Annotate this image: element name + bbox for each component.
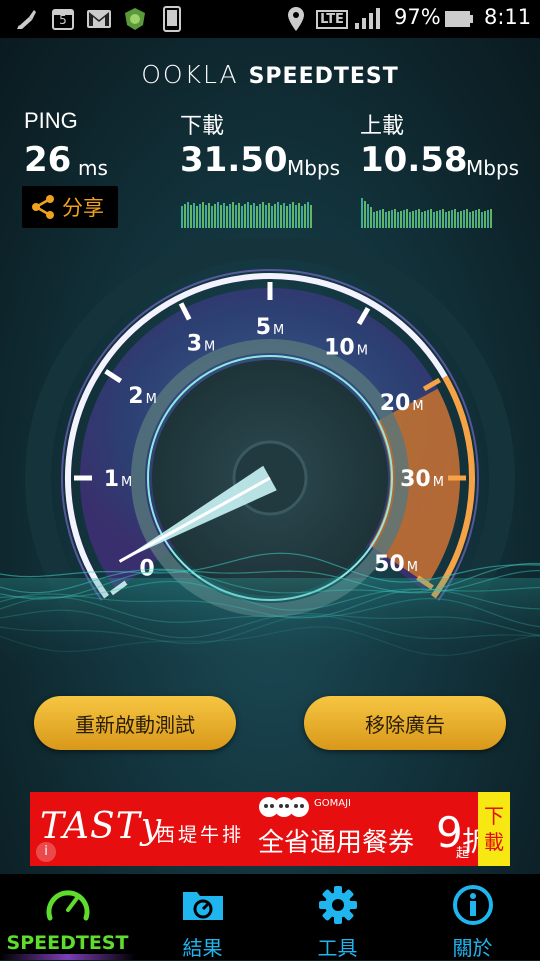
download-unit: Mbps: [287, 156, 341, 180]
speedometer-icon: [46, 890, 89, 921]
ad-info-icon[interactable]: i: [36, 842, 56, 862]
nav-about-label: 關於: [452, 936, 493, 960]
nav-tools[interactable]: 工具: [270, 874, 405, 960]
speed-gauge: 01 M2 M3 M5 M10 M20 M30 M50 M: [0, 238, 540, 678]
upload-label: 上載: [360, 113, 405, 138]
nav-results[interactable]: 結果: [135, 874, 270, 960]
download-speed-graph: [181, 202, 312, 228]
share-button[interactable]: 分享: [22, 186, 118, 228]
gomaji-logo-icon: [259, 797, 309, 817]
ping-unit: ms: [78, 156, 108, 180]
remove-ads-button[interactable]: 移除廣告: [304, 696, 506, 750]
logo-ookla: OOKLA: [141, 60, 239, 89]
battery-percent: 97%: [394, 5, 441, 29]
phone-icon: [160, 6, 184, 32]
nav-active-indicator: [0, 954, 135, 960]
restart-test-button[interactable]: 重新啟動測試: [34, 696, 236, 750]
calendar-day: 5: [59, 13, 67, 27]
ad-tasty-logo: TASTy: [40, 806, 163, 847]
share-icon: [32, 195, 54, 219]
nav-speedtest[interactable]: SPEEDTEST: [0, 874, 135, 960]
clock: 8:11: [484, 5, 532, 29]
upload-speed-graph: [361, 198, 492, 228]
download-value: 31.50: [180, 140, 288, 180]
bottom-nav: SPEEDTEST 結果 工具 關於: [0, 874, 540, 960]
wave-background: [0, 552, 540, 678]
nav-results-label: 結果: [182, 936, 223, 960]
shield-app-icon: [122, 6, 148, 32]
calendar-icon: 5: [50, 6, 76, 32]
nav-speedtest-label: SPEEDTEST: [6, 932, 129, 954]
ad-download-char-1: 下: [484, 804, 504, 828]
ad-download-button[interactable]: 下 載: [478, 792, 510, 866]
gear-icon: [318, 886, 357, 924]
ad-offer: 全省通用餐券: [258, 828, 415, 858]
ping-value: 26: [24, 140, 72, 180]
ad-discount-qi: 起: [456, 846, 470, 861]
speedtest-main: OOKLA SPEEDTEST PING 26 ms 分享 下載 31.50 Mb…: [0, 38, 540, 874]
ad-gomaji: GOMAJI: [314, 798, 351, 809]
location-icon: [284, 6, 308, 32]
battery-icon: [444, 6, 474, 32]
info-icon: [452, 885, 493, 925]
lte-label: LTE: [316, 9, 348, 29]
share-label: 分享: [62, 196, 104, 220]
ad-download-char-2: 載: [484, 830, 504, 854]
lte-icon: LTE: [316, 6, 348, 32]
broom-icon: [14, 6, 40, 32]
download-label: 下載: [180, 113, 225, 138]
logo-speedtest: SPEEDTEST: [248, 64, 399, 89]
nav-about[interactable]: 關於: [405, 874, 540, 960]
upload-value: 10.58: [360, 140, 468, 180]
nav-tools-label: 工具: [317, 936, 358, 960]
results-folder-icon: [182, 892, 223, 920]
ad-brand: 西堤牛排: [156, 824, 245, 846]
ad-banner[interactable]: TASTy 西堤牛排 GOMAJI 全省通用餐券 9 折 起 下 載 i: [30, 792, 510, 866]
status-bar: 5 LTE 97% 8:11: [0, 0, 540, 38]
ping-label: PING: [24, 108, 78, 133]
upload-unit: Mbps: [466, 156, 520, 180]
gmail-icon: [86, 6, 112, 32]
ookla-speedtest-logo: OOKLA SPEEDTEST: [0, 60, 540, 89]
signal-icon: [352, 6, 382, 32]
